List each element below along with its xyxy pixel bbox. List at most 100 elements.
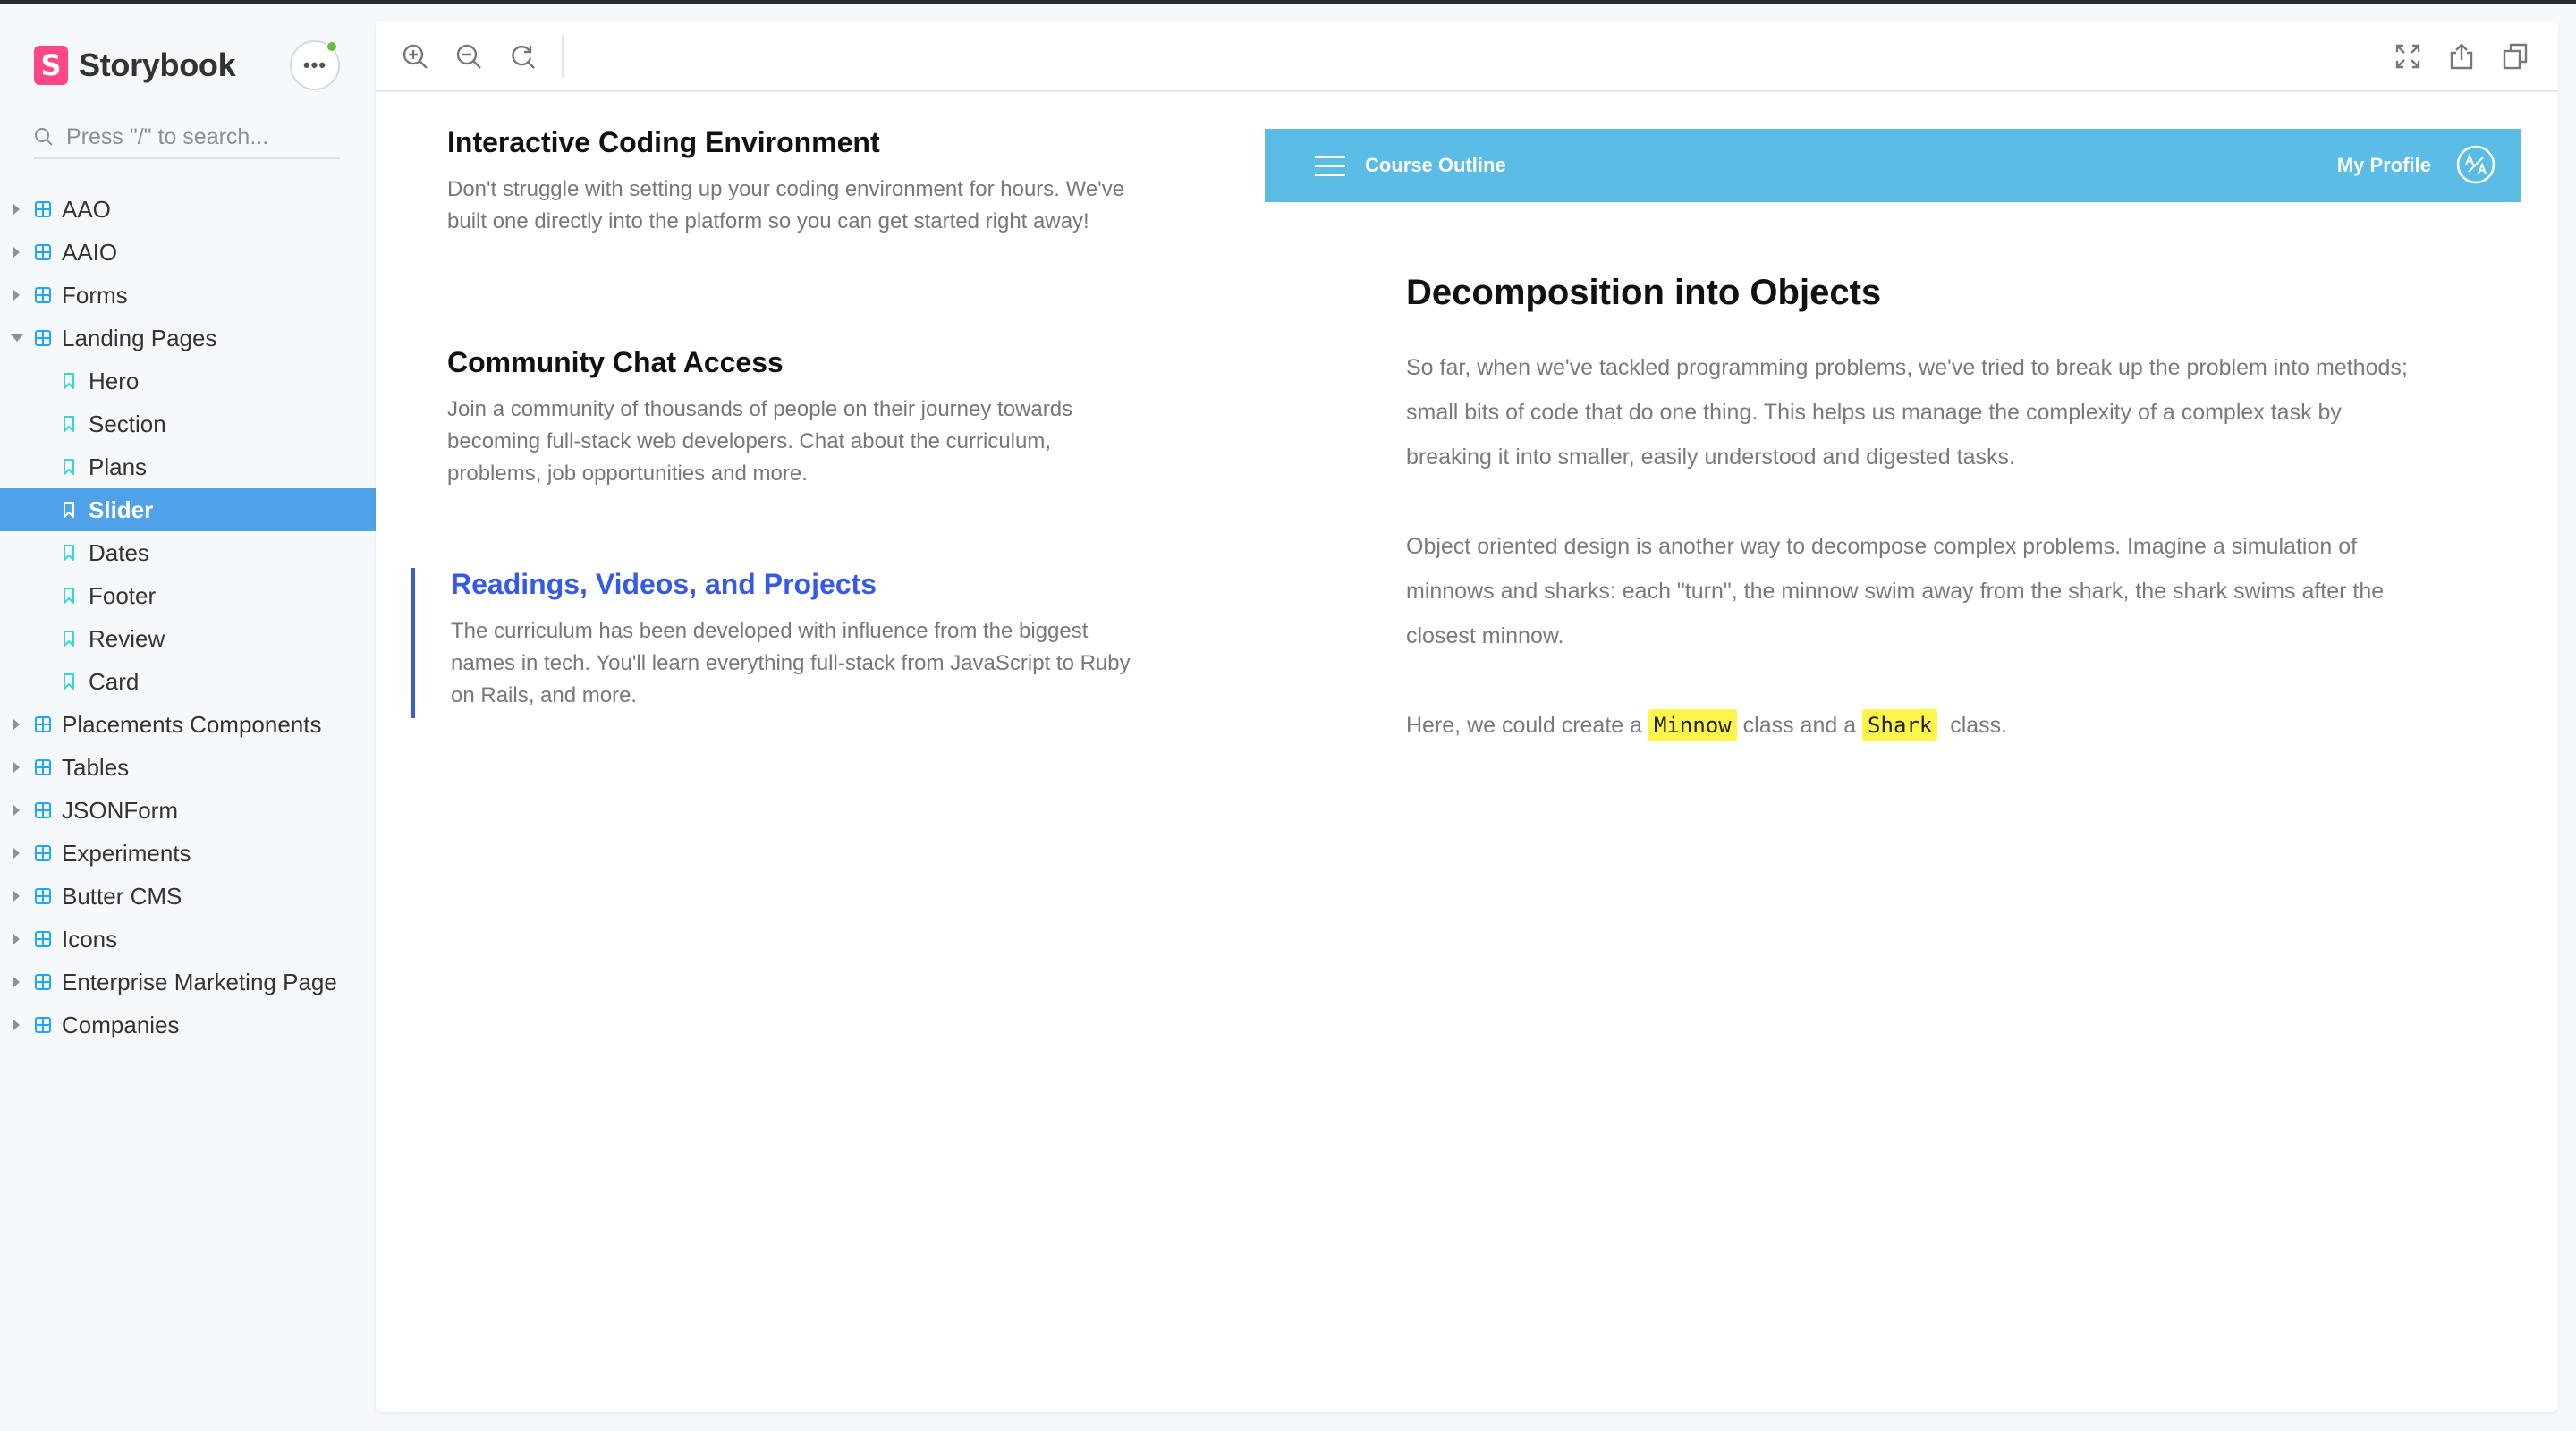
sidebar-item-label: Dates — [89, 538, 149, 566]
chevron-down-icon[interactable] — [11, 334, 23, 342]
feature-title: Readings, Videos, and Projects — [451, 568, 877, 600]
storybook-brand[interactable]: S Storybook — [34, 45, 236, 86]
sidebar-item-review[interactable]: Review — [0, 617, 376, 660]
zoom-out-icon[interactable] — [454, 42, 483, 71]
sidebar: S Storybook ••• AAO AAIO Forms Landing Page… — [0, 4, 376, 1431]
search-icon — [35, 128, 53, 146]
zoom-in-icon[interactable] — [401, 42, 429, 71]
sidebar-item-label: Experiments — [62, 839, 191, 867]
chevron-right-icon[interactable] — [13, 1019, 20, 1031]
hamburger-menu-icon[interactable] — [1315, 156, 1345, 177]
sidebar-item-aaio[interactable]: AAIO — [0, 231, 376, 274]
component-icon — [35, 974, 51, 990]
sidebar-item-jsonform[interactable]: JSONForm — [0, 789, 376, 832]
sidebar-item-plans[interactable]: Plans — [0, 445, 376, 488]
sidebar-item-aao[interactable]: AAO — [0, 188, 376, 231]
sidebar-item-label: Hero — [89, 367, 140, 394]
sidebar-item-label: Icons — [62, 925, 118, 953]
bookmark-icon — [64, 373, 74, 389]
feature-community-chat[interactable]: Community Chat Access Join a community o… — [447, 346, 1127, 490]
chevron-right-icon[interactable] — [13, 289, 20, 301]
sidebar-item-forms[interactable]: Forms — [0, 274, 376, 317]
feature-readings-videos-projects[interactable]: Readings, Videos, and Projects The curri… — [411, 568, 1131, 718]
sidebar-item-label: AAIO — [62, 238, 118, 266]
sidebar-item-label: Forms — [62, 281, 128, 309]
sidebar-item-companies[interactable]: Companies — [0, 1003, 376, 1046]
feature-text: Join a community of thousands of people … — [447, 397, 1073, 486]
sidebar-item-label: Section — [89, 410, 166, 437]
share-icon[interactable] — [2447, 42, 2476, 71]
sidebar-item-label: JSONForm — [62, 796, 178, 824]
article-paragraph-2: Object oriented design is another way to… — [1406, 534, 2385, 648]
story-tree: AAO AAIO Forms Landing Pages Hero Section Plan… — [0, 188, 376, 1046]
sidebar-item-experiments[interactable]: Experiments — [0, 832, 376, 875]
chevron-right-icon[interactable] — [13, 890, 20, 902]
sidebar-item-label: Landing Pages — [62, 324, 217, 351]
sidebar-item-placements-components[interactable]: Placements Components — [0, 703, 376, 746]
sidebar-item-label: Review — [89, 624, 165, 652]
sidebar-item-label: Tables — [62, 753, 130, 781]
course-outline-bar: Course Outline My Profile — [1265, 129, 2521, 202]
bookmark-icon — [64, 673, 74, 690]
course-outline-link[interactable]: Course Outline — [1365, 154, 1506, 177]
component-icon — [35, 330, 51, 346]
notification-dot — [326, 40, 338, 53]
feature-title: Community Chat Access — [447, 346, 784, 378]
text-fragment: class and a — [1736, 713, 1863, 738]
brand-name: Storybook — [79, 47, 236, 83]
sidebar-item-label: Plans — [89, 453, 148, 480]
fullscreen-icon[interactable] — [2394, 42, 2422, 71]
chevron-right-icon[interactable] — [13, 804, 20, 817]
bookmark-icon — [64, 631, 74, 647]
bookmark-icon — [64, 416, 74, 432]
bookmark-icon — [64, 545, 74, 561]
feature-text: The curriculum has been developed with i… — [451, 619, 1131, 707]
component-icon — [35, 931, 51, 947]
component-icon — [35, 716, 51, 732]
component-icon — [35, 1017, 51, 1033]
sidebar-item-label: Enterprise Marketing Page — [62, 968, 337, 995]
preview-frame: Interactive Coding Environment Don't str… — [376, 21, 2558, 1412]
sidebar-item-card[interactable]: Card — [0, 660, 376, 703]
avatar-icon[interactable] — [2456, 145, 2496, 184]
chevron-right-icon[interactable] — [13, 718, 20, 731]
article-heading: Decomposition into Objects — [1406, 273, 1882, 312]
sidebar-item-label: Companies — [62, 1011, 180, 1038]
sidebar-item-landing-pages[interactable]: Landing Pages — [0, 317, 376, 360]
chevron-right-icon[interactable] — [13, 246, 20, 258]
component-icon — [35, 244, 51, 260]
bookmark-icon — [64, 459, 74, 475]
sidebar-item-tables[interactable]: Tables — [0, 746, 376, 789]
sidebar-item-label: Footer — [89, 581, 157, 609]
feature-coding-environment[interactable]: Interactive Coding Environment Don't str… — [447, 126, 1127, 238]
chevron-right-icon[interactable] — [13, 976, 20, 988]
my-profile-link[interactable]: My Profile — [2337, 154, 2431, 177]
chevron-right-icon[interactable] — [13, 847, 20, 859]
copy-icon[interactable] — [2501, 42, 2529, 71]
chevron-right-icon[interactable] — [13, 203, 20, 216]
feature-title: Interactive Coding Environment — [447, 126, 880, 158]
code-shark: Shark — [1862, 709, 1938, 741]
reset-zoom-icon[interactable] — [508, 42, 537, 71]
lesson-article: Decomposition into Objects So far, when … — [1406, 273, 2426, 748]
sidebar-item-slider[interactable]: Slider — [0, 488, 376, 531]
sidebar-item-dates[interactable]: Dates — [0, 531, 376, 574]
chevron-right-icon[interactable] — [13, 933, 20, 945]
sidebar-item-section[interactable]: Section — [0, 402, 376, 445]
bookmark-icon — [64, 588, 74, 604]
settings-menu-button[interactable]: ••• — [290, 40, 340, 90]
search-input[interactable] — [66, 123, 326, 150]
sidebar-item-hero[interactable]: Hero — [0, 360, 376, 402]
bookmark-icon — [64, 502, 74, 518]
chevron-right-icon[interactable] — [13, 761, 20, 774]
sidebar-item-icons[interactable]: Icons — [0, 918, 376, 961]
search-bar[interactable] — [34, 116, 340, 159]
article-paragraph-1: So far, when we've tackled programming p… — [1406, 355, 2408, 470]
sidebar-item-footer[interactable]: Footer — [0, 574, 376, 617]
sidebar-item-butter-cms[interactable]: Butter CMS — [0, 875, 376, 918]
toolbar — [376, 21, 2558, 92]
toolbar-separator — [562, 35, 564, 78]
sidebar-item-enterprise-marketing-page[interactable]: Enterprise Marketing Page — [0, 961, 376, 1003]
sidebar-item-label: Slider — [89, 495, 154, 523]
component-icon — [35, 888, 51, 904]
